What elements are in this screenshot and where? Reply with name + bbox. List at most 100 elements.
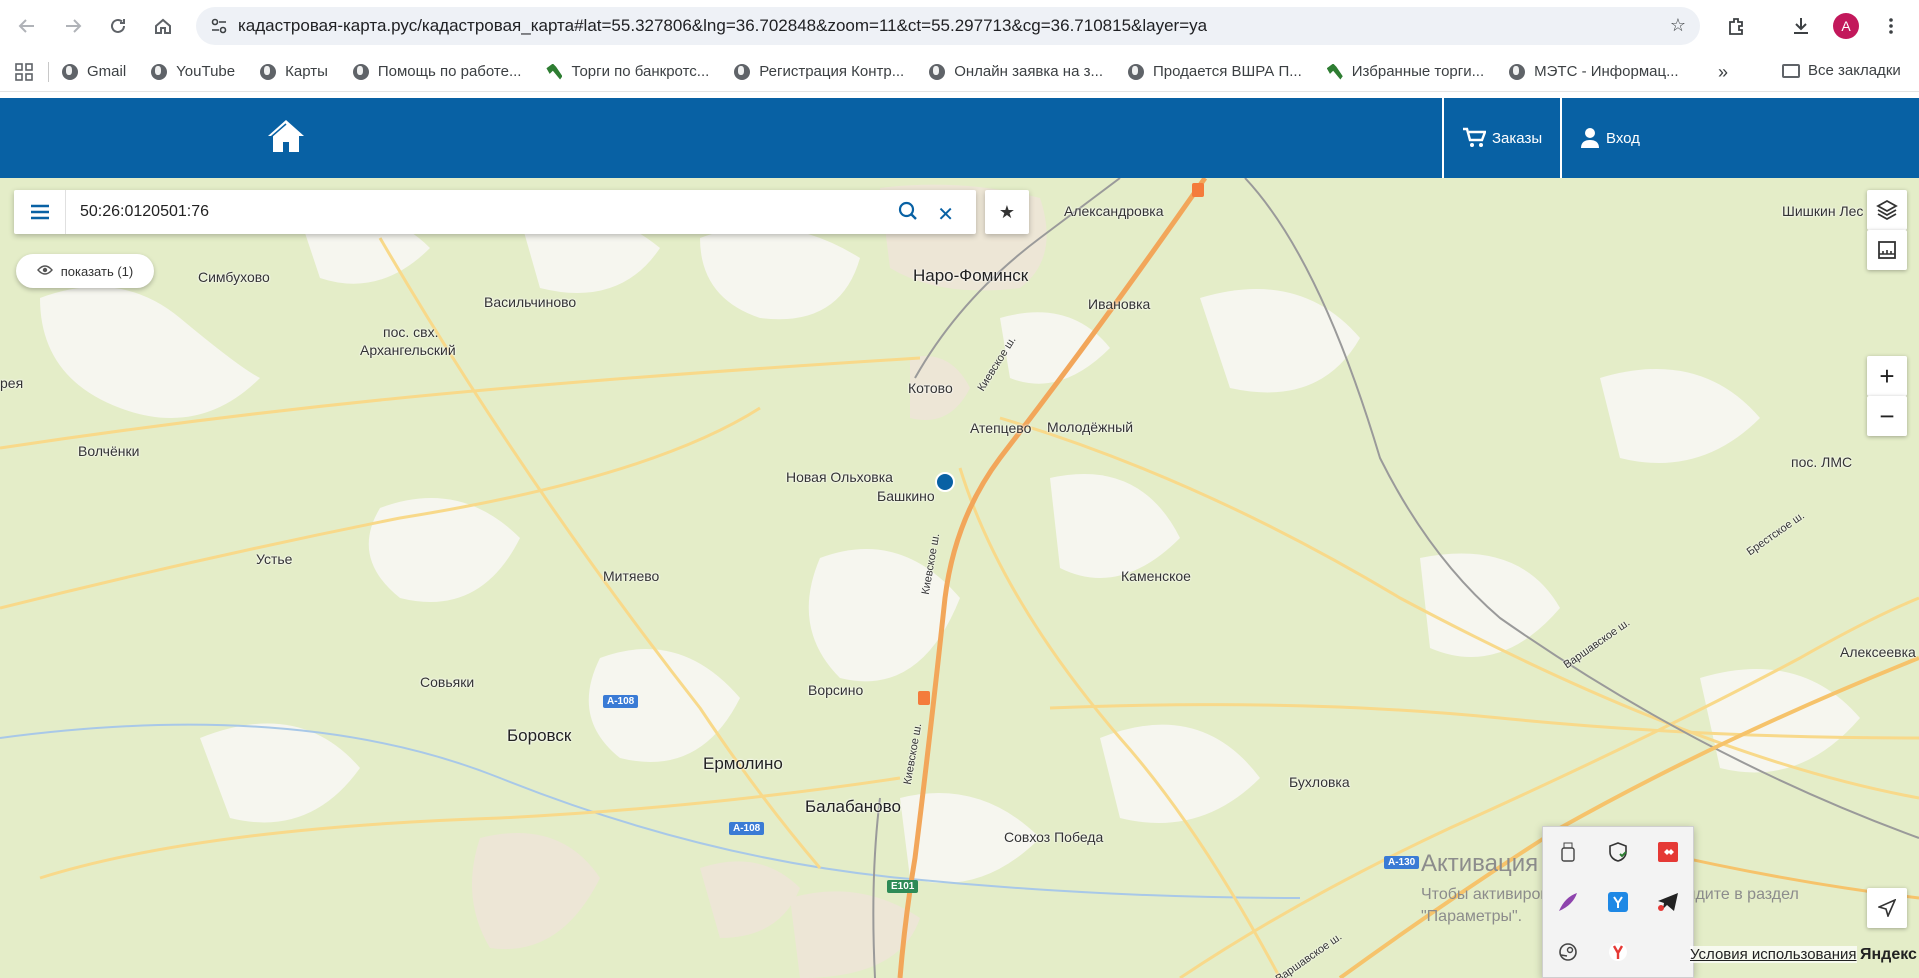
- place-label: Архангельский: [360, 342, 456, 358]
- browser-menu-icon[interactable]: [1874, 9, 1908, 43]
- usb-drive-icon[interactable]: [1555, 839, 1581, 865]
- hammer-icon: [1326, 63, 1344, 81]
- site-info-icon[interactable]: [208, 15, 230, 37]
- search-icon[interactable]: [898, 201, 918, 226]
- globe-icon: [928, 63, 946, 81]
- layers-icon[interactable]: [1867, 190, 1907, 230]
- place-label: Совхоз Победа: [1004, 829, 1104, 845]
- clear-icon[interactable]: ✕: [937, 202, 954, 227]
- bookmark-item[interactable]: Gmail: [61, 63, 126, 81]
- geolocation-icon[interactable]: [1867, 888, 1907, 928]
- globe-icon: [150, 63, 168, 81]
- place-label: Ивановка: [1088, 296, 1151, 312]
- bookmark-star-icon[interactable]: ☆: [1670, 15, 1686, 36]
- place-label: рея: [0, 375, 24, 391]
- bookmarks-separator: [48, 61, 49, 82]
- road-badge: Е101: [887, 880, 919, 893]
- place-label: Каменское: [1121, 568, 1191, 584]
- cart-icon: [1463, 127, 1486, 147]
- bookmark-item[interactable]: Помощь по работе...: [352, 63, 521, 81]
- bookmark-item[interactable]: Онлайн заявка на з...: [928, 63, 1103, 81]
- more-bookmarks-chevron-icon[interactable]: »: [1718, 62, 1728, 83]
- favorites-star-icon[interactable]: ★: [985, 190, 1029, 234]
- extensions-icon[interactable]: [1719, 9, 1753, 43]
- user-icon: [1581, 128, 1599, 148]
- login-button[interactable]: Вход: [1560, 98, 1670, 178]
- forward-arrow-icon[interactable]: [56, 9, 90, 43]
- terms-of-use-link[interactable]: Условия использования: [1690, 946, 1857, 963]
- road-badge: А-130: [1384, 856, 1420, 869]
- globe-icon: [733, 63, 751, 81]
- place-label: Александровка: [1064, 203, 1164, 219]
- show-results-button[interactable]: показать (1): [16, 254, 154, 288]
- globe-icon: [1127, 63, 1145, 81]
- steam-icon[interactable]: [1555, 939, 1581, 965]
- yandex-icon[interactable]: [1605, 939, 1631, 965]
- apps-grid-icon[interactable]: [0, 62, 48, 81]
- place-label: Алексеевка: [1840, 644, 1916, 660]
- orders-button[interactable]: Заказы: [1442, 98, 1560, 178]
- reload-icon[interactable]: [101, 9, 135, 43]
- place-label: Боровск: [507, 726, 572, 745]
- place-label: Устье: [256, 551, 293, 567]
- place-label: Котово: [908, 380, 953, 396]
- place-label: Атепцево: [970, 420, 1032, 436]
- globe-icon: [61, 63, 79, 81]
- place-label: Симбухово: [198, 269, 270, 285]
- bookmarks-bar: Gmail YouTube Карты Помощь по работе... …: [0, 52, 1919, 92]
- site-header: Заказы Вход: [0, 98, 1919, 178]
- menu-hamburger-icon[interactable]: [14, 190, 66, 234]
- back-arrow-icon[interactable]: [10, 9, 44, 43]
- bookmark-item[interactable]: Торги по банкротс...: [545, 63, 709, 81]
- bookmark-item[interactable]: МЭТС - Информац...: [1508, 63, 1679, 81]
- system-tray-overflow: [1542, 826, 1694, 978]
- ruler-icon[interactable]: [1867, 230, 1907, 270]
- browser-toolbar: кадастровая-карта.рус/кадастровая_карта#…: [0, 0, 1919, 52]
- place-label: Молодёжный: [1047, 419, 1134, 435]
- anydesk-icon[interactable]: [1655, 839, 1681, 865]
- globe-icon: [259, 63, 277, 81]
- telegram-icon[interactable]: [1655, 889, 1681, 915]
- zoom-in-button[interactable]: +: [1867, 356, 1907, 396]
- place-label: Васильчиново: [484, 294, 577, 310]
- globe-icon: [352, 63, 370, 81]
- bookmark-item[interactable]: Продается ВШРА П...: [1127, 63, 1302, 81]
- place-label: Митяево: [603, 568, 660, 584]
- place-label: Башкино: [877, 488, 935, 504]
- place-label: пос. ЛМС: [1791, 454, 1853, 470]
- home-icon[interactable]: [146, 9, 180, 43]
- security-shield-icon[interactable]: [1605, 839, 1631, 865]
- yandex-browser-icon[interactable]: [1605, 889, 1631, 915]
- feather-pen-icon[interactable]: [1555, 889, 1581, 915]
- bookmark-item[interactable]: Регистрация Контр...: [733, 63, 904, 81]
- zoom-out-button[interactable]: −: [1867, 396, 1907, 436]
- bookmark-item[interactable]: YouTube: [150, 63, 235, 81]
- cadastral-map[interactable]: Александровка Шишкин Лес Симбухово Наро-…: [0, 178, 1919, 978]
- road-badge: А-108: [729, 822, 765, 835]
- profile-avatar[interactable]: A: [1829, 9, 1863, 43]
- place-label: пос. свх.: [383, 324, 439, 340]
- site-home-icon[interactable]: [266, 118, 306, 154]
- eye-icon: [36, 264, 53, 279]
- place-label: Ермолино: [703, 754, 783, 773]
- place-label: Балабаново: [805, 797, 901, 816]
- hammer-icon: [545, 63, 563, 81]
- globe-icon: [1508, 63, 1526, 81]
- download-icon[interactable]: [1784, 9, 1818, 43]
- place-label: Наро-Фоминск: [913, 266, 1029, 285]
- cadastral-search-bar: ✕: [14, 190, 976, 234]
- address-bar[interactable]: кадастровая-карта.рус/кадастровая_карта#…: [196, 7, 1700, 45]
- place-label: Ворсино: [808, 682, 864, 698]
- folder-icon: [1782, 63, 1800, 78]
- road-badge: А-108: [603, 695, 639, 708]
- place-label: Волчёнки: [78, 443, 140, 459]
- bookmark-item[interactable]: Избранные торги...: [1326, 63, 1484, 81]
- parcel-marker[interactable]: [935, 472, 955, 492]
- url-text[interactable]: кадастровая-карта.рус/кадастровая_карта#…: [238, 16, 1207, 36]
- place-label: Новая Ольховка: [786, 469, 893, 485]
- yandex-logo: Яндекс: [1860, 946, 1917, 963]
- all-bookmarks-button[interactable]: Все закладки: [1782, 62, 1901, 79]
- place-label: Совьяки: [420, 674, 475, 690]
- bookmark-item[interactable]: Карты: [259, 63, 328, 81]
- cadastral-number-input[interactable]: [66, 192, 886, 232]
